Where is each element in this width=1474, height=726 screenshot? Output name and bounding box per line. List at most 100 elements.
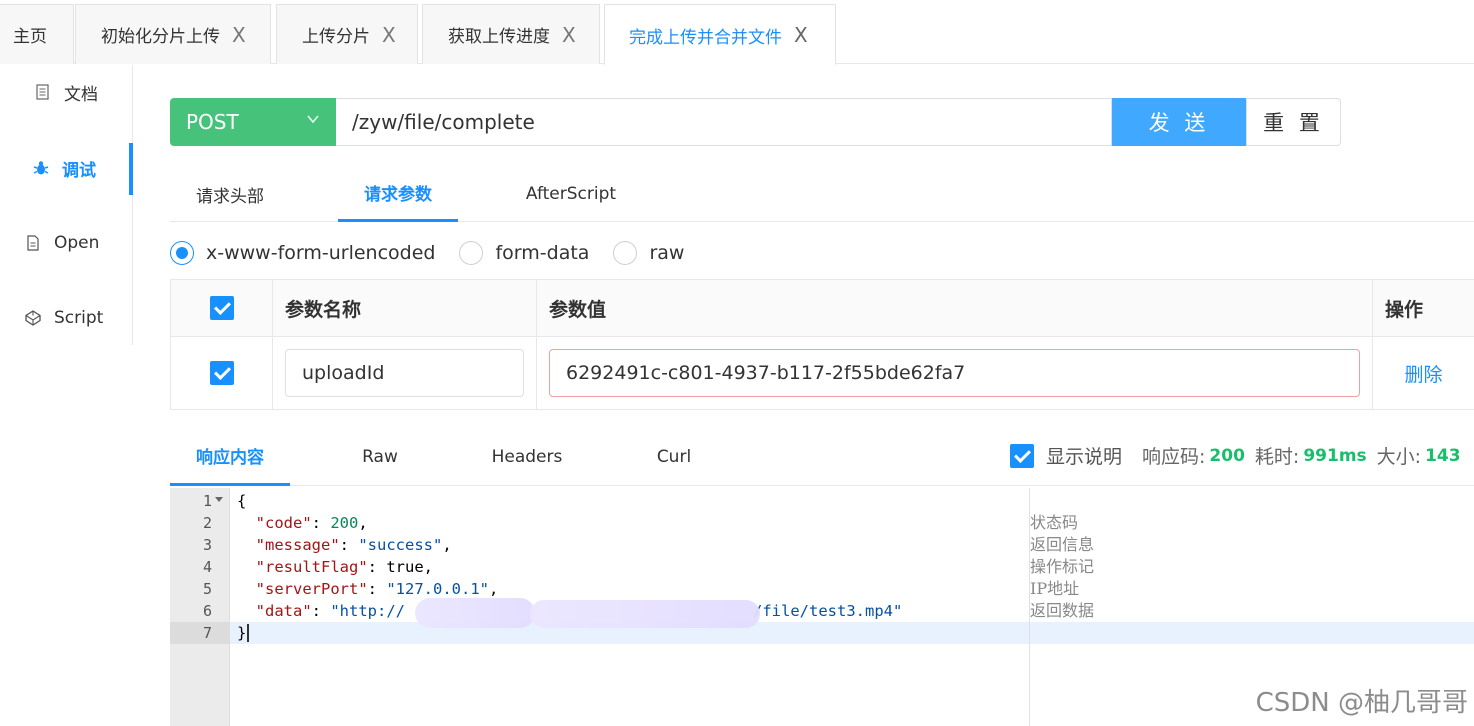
- field-description: 返回数据: [1030, 601, 1095, 620]
- sidebar-item-docs[interactable]: 文档: [0, 67, 133, 117]
- json-value: true: [386, 558, 424, 576]
- watermark: CSDN @柚几哥哥: [1255, 688, 1468, 718]
- tab-after-script[interactable]: AfterScript: [510, 166, 632, 222]
- radio-circle: [459, 241, 484, 265]
- close-icon[interactable]: X: [382, 25, 396, 45]
- code-line: "resultFlag": true,: [255, 558, 433, 576]
- tab-response-content[interactable]: 响应内容: [170, 428, 290, 486]
- radio-raw[interactable]: raw: [613, 241, 684, 265]
- active-line-highlight: [230, 622, 1474, 644]
- header-checkbox-cell: [171, 280, 273, 337]
- tab-request-params[interactable]: 请求参数: [338, 166, 458, 222]
- duration-value: 991ms: [1303, 445, 1367, 466]
- json-value: 200: [330, 514, 359, 532]
- json-key: "data": [255, 602, 312, 620]
- show-description-label: 显示说明: [1046, 446, 1123, 468]
- json-value: "127.0.0.1": [386, 580, 489, 598]
- tab-label: 获取上传进度: [448, 27, 550, 47]
- json-key: "serverPort": [255, 580, 368, 598]
- chevron-down-icon: [307, 115, 319, 124]
- json-value: "http://: [330, 602, 405, 620]
- json-key: "message": [255, 536, 340, 554]
- fold-arrow-icon[interactable]: [215, 497, 223, 502]
- radio-form-data[interactable]: form-data: [459, 241, 589, 265]
- send-button[interactable]: 发 送: [1112, 98, 1246, 146]
- tab-complete-merge[interactable]: 完成上传并合并文件 X: [604, 4, 836, 65]
- redaction-mark: [530, 600, 760, 628]
- bug-icon: [33, 161, 49, 175]
- sidebar-item-open[interactable]: Open: [0, 218, 133, 268]
- sidebar: 文档 调试 Open Script: [0, 65, 133, 345]
- code-line: "serverPort": "127.0.0.1",: [255, 580, 499, 598]
- url-value: /zyw/file/complete: [352, 110, 535, 134]
- sidebar-item-label: Script: [54, 308, 104, 328]
- table-row: 6292491c-c801-4937-b117-2f55bde62fa7: [537, 337, 1373, 410]
- document-icon: [36, 84, 49, 100]
- close-icon[interactable]: X: [232, 25, 246, 45]
- tab-label: 上传分片: [302, 27, 370, 47]
- line-number: 7: [202, 624, 212, 642]
- line-number: 6: [202, 602, 212, 620]
- row-checkbox-cell: [171, 337, 273, 410]
- delete-link[interactable]: 删除: [1404, 360, 1442, 387]
- file-icon: [27, 235, 39, 251]
- radio-urlencoded[interactable]: x-www-form-urlencoded: [170, 241, 435, 265]
- sidebar-item-script[interactable]: Script: [0, 293, 133, 343]
- sidebar-item-debug[interactable]: 调试: [0, 143, 133, 193]
- param-name-input[interactable]: uploadId: [285, 349, 524, 397]
- json-key: "resultFlag": [255, 558, 368, 576]
- show-description-checkbox[interactable]: [1010, 443, 1034, 468]
- tab-label: 初始化分片上传: [101, 27, 220, 47]
- params-table: 参数名称 参数值 操作 uploadId 6292491c-c801-4937-…: [170, 279, 1474, 410]
- tab-home[interactable]: 主页: [0, 4, 74, 64]
- size-label: 大小:: [1376, 446, 1422, 468]
- tab-upload-progress[interactable]: 获取上传进度 X: [422, 4, 600, 64]
- line-number: 4: [202, 558, 212, 576]
- status-code-label: 响应码:: [1142, 446, 1206, 468]
- line-number: 3: [202, 536, 212, 554]
- reset-button[interactable]: 重 置: [1246, 98, 1341, 146]
- size-value: 143: [1425, 445, 1461, 466]
- sidebar-item-label: 文档: [64, 84, 98, 105]
- tab-raw[interactable]: Raw: [332, 428, 428, 486]
- tab-curl[interactable]: Curl: [636, 428, 712, 486]
- response-info: 显示说明 响应码: 200 耗时: 991ms 大小: 143: [1010, 442, 1461, 469]
- sidebar-active-indicator: [129, 143, 133, 195]
- line-number: 2: [202, 514, 212, 532]
- param-value-text: 6292491c-c801-4937-b117-2f55bde62fa7: [566, 362, 966, 384]
- field-description: 操作标记: [1030, 557, 1095, 576]
- sidebar-item-label: Open: [54, 233, 100, 253]
- field-description: IP地址: [1030, 579, 1080, 598]
- close-icon[interactable]: X: [794, 25, 808, 45]
- tab-headers[interactable]: Headers: [478, 428, 576, 486]
- line-number: 1: [202, 492, 212, 510]
- json-key: "code": [255, 514, 312, 532]
- tab-request-headers[interactable]: 请求头部: [170, 166, 290, 222]
- radio-circle: [613, 241, 638, 265]
- sidebar-item-label: 调试: [62, 160, 96, 181]
- radio-circle: [170, 241, 194, 265]
- tab-upload-chunk[interactable]: 上传分片 X: [276, 4, 418, 64]
- param-value-input[interactable]: 6292491c-c801-4937-b117-2f55bde62fa7: [549, 349, 1360, 397]
- code-token: }: [237, 624, 247, 642]
- json-value: /file/test3.mp4": [753, 602, 903, 620]
- column-header-action: 操作: [1373, 280, 1474, 337]
- radio-label: form-data: [495, 242, 590, 264]
- tab-init-chunk-upload[interactable]: 初始化分片上传 X: [75, 4, 271, 64]
- close-icon[interactable]: X: [562, 25, 576, 45]
- radio-label: x-www-form-urlencoded: [206, 242, 436, 264]
- body-type-group: x-www-form-urlencoded form-data raw: [170, 238, 708, 268]
- action-cell: 删除: [1373, 337, 1474, 410]
- select-all-checkbox[interactable]: [209, 296, 234, 320]
- column-header-name: 参数名称: [273, 280, 537, 337]
- code-line: "message": "success",: [255, 536, 452, 554]
- method-select[interactable]: POST: [170, 98, 336, 146]
- tab-bar: 主页 初始化分片上传 X 上传分片 X 获取上传进度 X 完成上传并合并文件 X: [0, 0, 1474, 65]
- response-tabs: 响应内容 Raw Headers Curl 显示说明 响应码: 200 耗时: …: [170, 428, 1474, 486]
- json-value: "success": [358, 536, 443, 554]
- code-line: "code": 200,: [255, 514, 368, 532]
- request-tabs: 请求头部 请求参数 AfterScript: [170, 166, 1474, 222]
- row-checkbox[interactable]: [209, 361, 234, 385]
- url-input[interactable]: /zyw/file/complete: [336, 98, 1112, 146]
- field-description: 返回信息: [1030, 535, 1095, 554]
